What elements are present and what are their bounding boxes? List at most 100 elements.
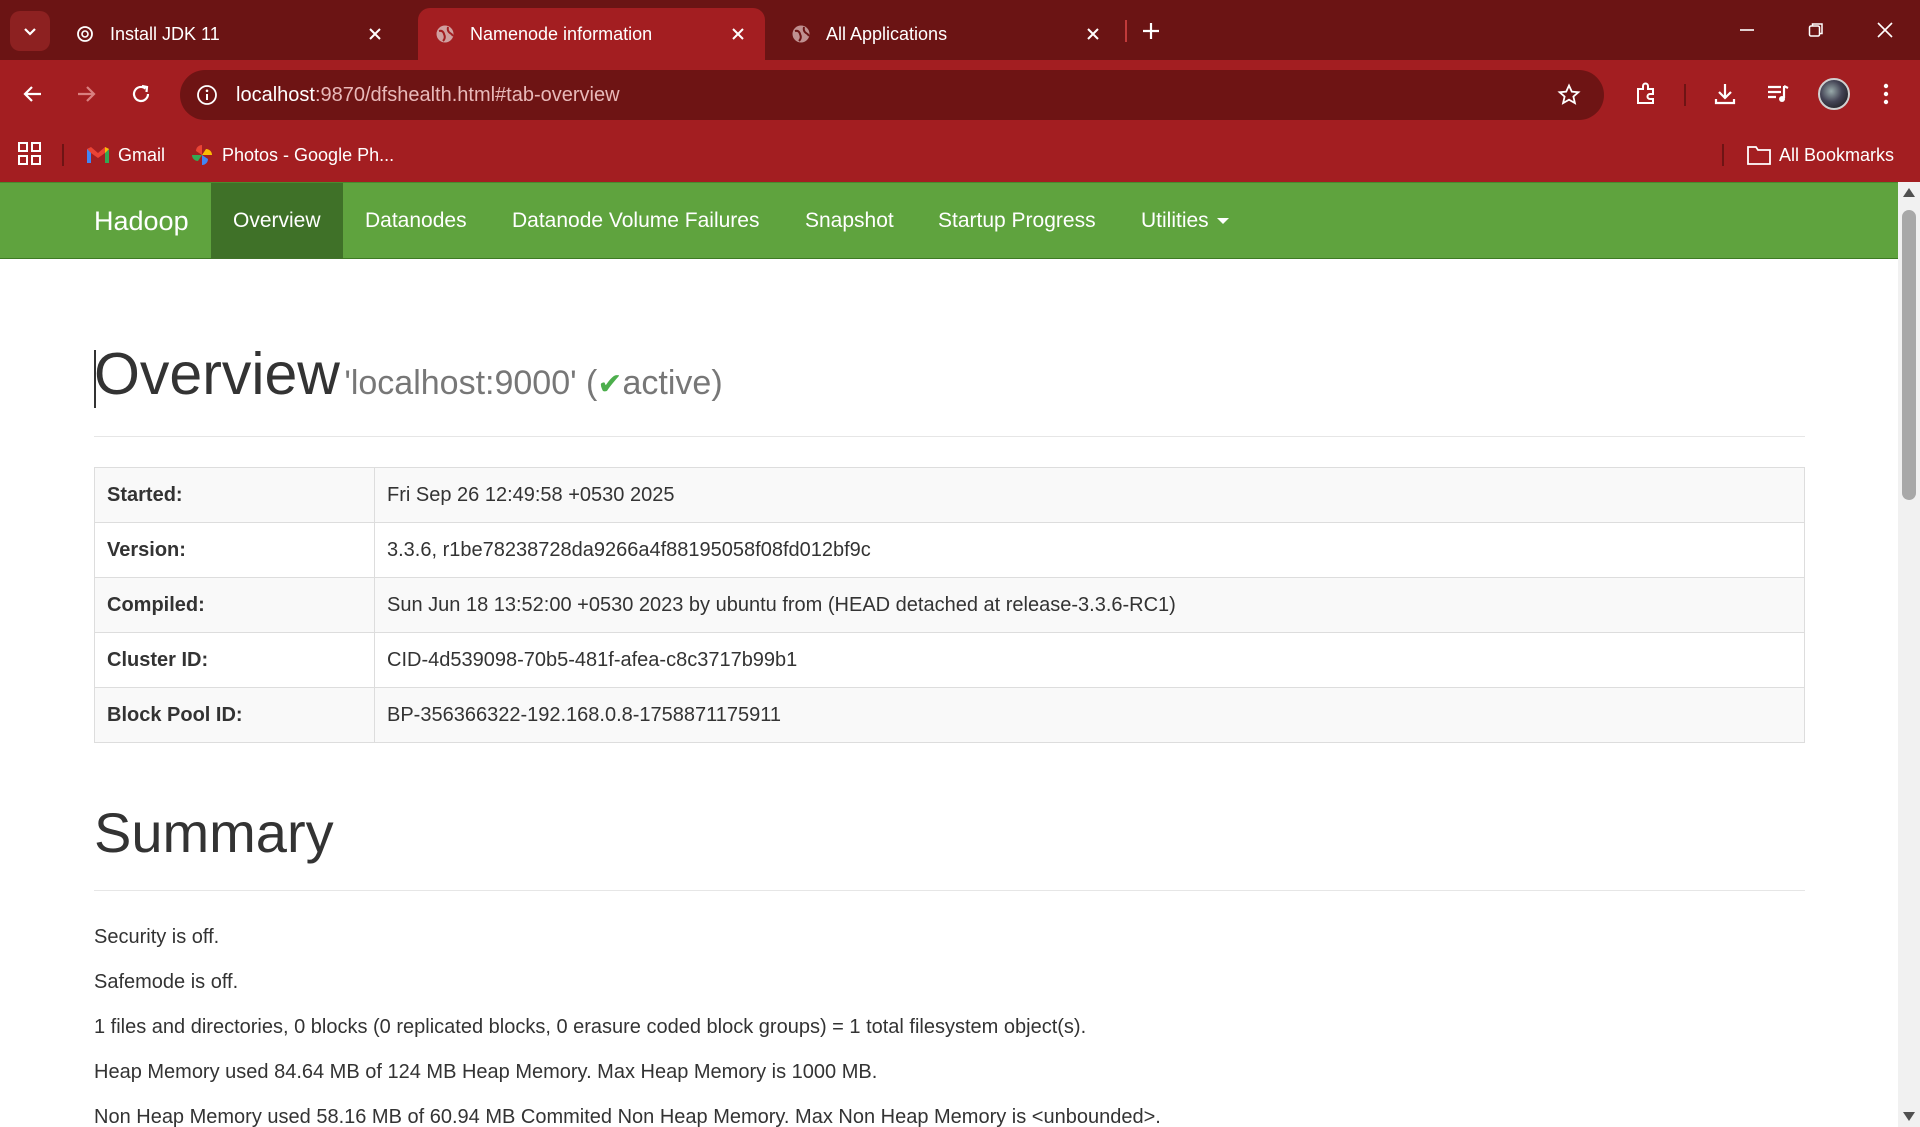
- scrollbar-thumb[interactable]: [1902, 210, 1916, 500]
- navbar-brand[interactable]: Hadoop: [94, 183, 189, 259]
- all-bookmarks-button[interactable]: All Bookmarks: [1747, 140, 1894, 170]
- namenode-host: 'localhost:9000' (: [344, 364, 598, 402]
- bookmark-label: Photos - Google Ph...: [222, 144, 395, 165]
- close-icon[interactable]: [1082, 23, 1104, 45]
- check-icon: ✔: [597, 368, 623, 401]
- namenode-state: active): [622, 364, 723, 402]
- table-row: Version: 3.3.6, r1be78238728da9266a4f881…: [94, 522, 1805, 578]
- nav-startup-progress[interactable]: Startup Progress: [916, 183, 1118, 259]
- tab-separator: [1125, 20, 1127, 42]
- bookmark-google-photos[interactable]: Photos - Google Ph...: [190, 140, 394, 170]
- globe-icon: [434, 23, 456, 45]
- close-window-button[interactable]: [1862, 10, 1908, 50]
- divider: [94, 436, 1805, 437]
- tab-title: Namenode information: [470, 23, 653, 44]
- close-icon[interactable]: [364, 23, 386, 45]
- tab-search-button[interactable]: [10, 11, 50, 51]
- row-key: Started:: [94, 467, 375, 523]
- row-value: 3.3.6, r1be78238728da9266a4f88195058f08f…: [374, 522, 1805, 578]
- scroll-down-arrow-icon[interactable]: [1903, 1112, 1915, 1121]
- summary-heading: Summary: [94, 801, 334, 864]
- nav-datanode-volume-failures[interactable]: Datanode Volume Failures: [490, 183, 781, 259]
- bookmarks-divider: [62, 144, 64, 166]
- close-icon[interactable]: [727, 23, 749, 45]
- page-scrollbar[interactable]: [1898, 182, 1920, 1127]
- tab-install-jdk[interactable]: Install JDK 11: [58, 8, 402, 60]
- new-tab-button[interactable]: [1136, 16, 1166, 46]
- url-text: localhost:9870/dfshealth.html#tab-overvi…: [236, 84, 620, 107]
- row-key: Version:: [94, 522, 375, 578]
- url-host: localhost: [236, 83, 315, 106]
- all-bookmarks-label: All Bookmarks: [1779, 144, 1895, 165]
- info-icon[interactable]: [192, 80, 222, 110]
- nav-utilities-label: Utilities: [1141, 209, 1209, 232]
- summary-security: Security is off.: [94, 926, 220, 948]
- summary-non-heap-memory: Non Heap Memory used 58.16 MB of 60.94 M…: [94, 1106, 1161, 1127]
- reload-button[interactable]: [121, 74, 161, 114]
- tab-strip: Install JDK 11 Namenode information All …: [0, 0, 1920, 60]
- apps-grid-icon[interactable]: [16, 140, 44, 168]
- restore-button[interactable]: [1793, 10, 1839, 50]
- tab-title: Install JDK 11: [110, 23, 220, 44]
- row-value: BP-356366322-192.168.0.8-1758871175911: [374, 687, 1805, 743]
- extensions-icon[interactable]: [1628, 76, 1664, 112]
- hadoop-navbar: Hadoop Overview Datanodes Datanode Volum…: [0, 182, 1898, 259]
- download-icon[interactable]: [1707, 76, 1743, 112]
- divider: [94, 890, 1805, 891]
- table-row: Block Pool ID: BP-356366322-192.168.0.8-…: [94, 687, 1805, 743]
- google-photos-icon: [190, 143, 214, 167]
- tab-namenode-information[interactable]: Namenode information: [418, 8, 765, 60]
- nav-snapshot[interactable]: Snapshot: [783, 183, 916, 259]
- row-value: CID-4d539098-70b5-481f-afea-c8c3717b99b1: [374, 632, 1805, 688]
- menu-icon[interactable]: [1868, 76, 1904, 112]
- summary-safemode: Safemode is off.: [94, 971, 239, 993]
- url-path: :9870/dfshealth.html#tab-overview: [314, 83, 620, 106]
- scroll-up-arrow-icon[interactable]: [1903, 188, 1915, 197]
- toolbar-divider: [1684, 84, 1686, 106]
- openai-icon: [74, 23, 96, 45]
- folder-icon: [1747, 143, 1771, 167]
- address-bar[interactable]: localhost:9870/dfshealth.html#tab-overvi…: [180, 70, 1604, 120]
- summary-filesystem-objects: 1 files and directories, 0 blocks (0 rep…: [94, 1016, 1087, 1038]
- arrow-right-icon: [78, 86, 96, 102]
- row-key: Compiled:: [94, 577, 375, 633]
- summary-heap-memory: Heap Memory used 84.64 MB of 124 MB Heap…: [94, 1061, 878, 1083]
- overview-table: Started: Fri Sep 26 12:49:58 +0530 2025 …: [94, 467, 1805, 743]
- overview-title: Overview: [94, 341, 340, 407]
- minimize-icon: [1740, 29, 1754, 31]
- page-content: Hadoop Overview Datanodes Datanode Volum…: [0, 182, 1898, 1127]
- bookmarks-divider: [1722, 144, 1724, 166]
- close-icon: [1877, 22, 1893, 38]
- bookmarks-bar: Gmail Photos - Google Ph... All Bookmark…: [0, 128, 1920, 182]
- nav-datanodes[interactable]: Datanodes: [343, 183, 489, 259]
- tab-title: All Applications: [826, 23, 948, 44]
- bookmark-star-icon[interactable]: [1554, 80, 1584, 110]
- bookmark-gmail[interactable]: Gmail: [86, 140, 165, 170]
- arrow-left-icon: [23, 86, 41, 102]
- bookmark-label: Gmail: [118, 144, 166, 165]
- row-key: Cluster ID:: [94, 632, 375, 688]
- profile-avatar[interactable]: [1818, 78, 1850, 110]
- reload-icon: [132, 84, 150, 103]
- gmail-icon: [86, 143, 110, 167]
- row-key: Block Pool ID:: [94, 687, 375, 743]
- row-value: Sun Jun 18 13:52:00 +0530 2023 by ubuntu…: [374, 577, 1805, 633]
- caret-down-icon: [1216, 218, 1229, 225]
- browser-toolbar: localhost:9870/dfshealth.html#tab-overvi…: [0, 60, 1920, 128]
- table-row: Started: Fri Sep 26 12:49:58 +0530 2025: [94, 467, 1805, 523]
- nav-utilities[interactable]: Utilities: [1119, 183, 1251, 259]
- minimize-button[interactable]: [1724, 10, 1770, 50]
- chevron-down-icon: [24, 28, 36, 36]
- row-value: Fri Sep 26 12:49:58 +0530 2025: [374, 467, 1805, 523]
- nav-overview[interactable]: Overview: [211, 183, 343, 259]
- restore-icon: [1808, 23, 1823, 37]
- media-control-icon[interactable]: [1760, 76, 1796, 112]
- plus-icon: [1143, 23, 1159, 39]
- table-row: Compiled: Sun Jun 18 13:52:00 +0530 2023…: [94, 577, 1805, 633]
- overview-heading: Overview 'localhost:9000' (✔active): [94, 340, 723, 408]
- back-button[interactable]: [13, 74, 53, 114]
- forward-button[interactable]: [66, 74, 106, 114]
- table-row: Cluster ID: CID-4d539098-70b5-481f-afea-…: [94, 632, 1805, 688]
- tab-all-applications[interactable]: All Applications: [774, 8, 1120, 60]
- globe-icon: [790, 23, 812, 45]
